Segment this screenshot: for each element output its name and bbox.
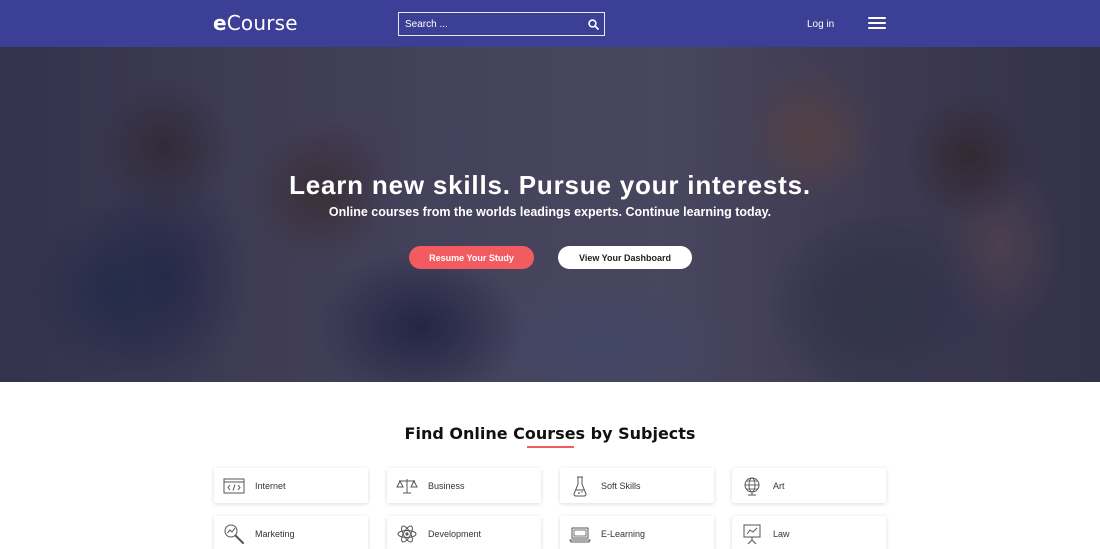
login-link[interactable]: Log in	[807, 19, 834, 30]
logo-letter: e	[213, 11, 227, 35]
search-box	[398, 12, 605, 36]
subject-label: Law	[773, 528, 790, 539]
subject-card-e-learning[interactable]: E-Learning	[560, 516, 714, 549]
subject-card-business[interactable]: Business	[387, 468, 541, 503]
subject-label: Marketing	[255, 528, 295, 539]
logo-text: Course	[226, 11, 298, 35]
search-icon[interactable]	[582, 13, 604, 35]
view-dashboard-button[interactable]: View Your Dashboard	[558, 246, 692, 269]
subject-card-marketing[interactable]: Marketing	[214, 516, 368, 549]
subject-card-law[interactable]: Law	[732, 516, 886, 549]
ecourse-logo[interactable]: eCourse	[213, 11, 298, 35]
hero-title: Learn new skills. Pursue your interests.	[289, 170, 811, 200]
scales-icon	[395, 474, 419, 498]
globe-icon	[740, 474, 764, 498]
subjects-section-title: Find Online Courses by Subjects	[404, 424, 696, 443]
code-window-icon	[222, 474, 246, 498]
hero-banner: Learn new skills. Pursue your interests.…	[0, 47, 1100, 382]
subject-label: Business	[428, 480, 465, 491]
flask-icon	[568, 474, 592, 498]
subject-label: E-Learning	[601, 528, 646, 539]
subject-label: Art	[773, 480, 785, 491]
top-navigation-bar: eCourse Log in	[0, 0, 1100, 47]
subject-card-art[interactable]: Art	[732, 468, 886, 503]
hamburger-menu-icon[interactable]	[868, 17, 886, 31]
subject-label: Development	[428, 528, 482, 539]
search-input[interactable]	[399, 13, 582, 35]
subject-label: Internet	[255, 480, 286, 491]
atom-icon	[395, 522, 419, 546]
presentation-board-icon	[740, 522, 764, 546]
hero-subtitle: Online courses from the worlds leadings …	[328, 205, 772, 219]
subject-label: Soft Skills	[601, 480, 641, 491]
resume-study-button[interactable]: Resume Your Study	[409, 246, 534, 269]
subject-card-internet[interactable]: Internet	[214, 468, 368, 503]
subject-card-development[interactable]: Development	[387, 516, 541, 549]
title-underline	[527, 446, 574, 448]
subject-card-soft-skills[interactable]: Soft Skills	[560, 468, 714, 503]
laptop-icon	[568, 522, 592, 546]
magnifier-chart-icon	[222, 522, 246, 546]
